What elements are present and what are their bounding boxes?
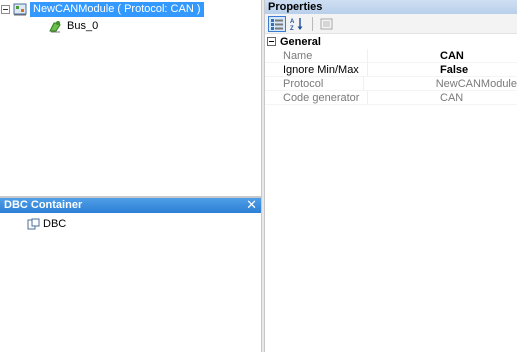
svg-text:A: A bbox=[290, 19, 295, 25]
categorized-icon[interactable] bbox=[268, 15, 286, 32]
property-grid: General Name CAN Ignore Min/Max False Pr… bbox=[265, 34, 517, 105]
property-name: Code generator bbox=[265, 91, 368, 105]
can-module-icon bbox=[13, 3, 27, 16]
properties-title: Properties bbox=[265, 0, 517, 14]
tree-root-item[interactable]: NewCANModule ( Protocol: CAN ) bbox=[1, 1, 204, 17]
property-row-code-generator[interactable]: Code generator CAN bbox=[265, 91, 517, 105]
tree-child-label[interactable]: Bus_0 bbox=[67, 20, 98, 32]
document-icon bbox=[27, 218, 40, 230]
toolbar-separator bbox=[312, 16, 313, 31]
category-general[interactable]: General bbox=[265, 34, 517, 49]
property-name: Protocol bbox=[265, 77, 364, 91]
bus-icon bbox=[48, 20, 62, 33]
dbc-container-header: DBC Container ✕ bbox=[0, 198, 261, 213]
property-value: NewCANModule bbox=[363, 77, 517, 91]
left-pane: NewCANModule ( Protocol: CAN ) Bus_0 DBC… bbox=[0, 0, 261, 352]
properties-panel: Properties A Z General Name CAN Ignore M… bbox=[265, 0, 517, 352]
svg-text:Z: Z bbox=[290, 26, 294, 31]
dbc-item-label[interactable]: DBC bbox=[43, 218, 66, 230]
tree-root-label[interactable]: NewCANModule ( Protocol: CAN ) bbox=[30, 1, 204, 17]
collapse-icon[interactable] bbox=[267, 37, 276, 46]
property-value: CAN bbox=[368, 91, 517, 105]
collapse-icon[interactable] bbox=[1, 4, 10, 14]
module-tree: NewCANModule ( Protocol: CAN ) Bus_0 bbox=[0, 0, 261, 196]
dbc-container-panel: DBC Container ✕ DBC bbox=[0, 198, 261, 352]
property-row-ignore-min-max[interactable]: Ignore Min/Max False bbox=[265, 63, 517, 77]
alphabetical-sort-icon[interactable]: A Z bbox=[288, 16, 306, 32]
property-pages-icon[interactable] bbox=[317, 16, 335, 32]
dbc-item[interactable]: DBC bbox=[27, 218, 66, 230]
property-value[interactable]: CAN bbox=[368, 49, 517, 63]
property-name: Ignore Min/Max bbox=[265, 63, 368, 77]
tree-child-item[interactable]: Bus_0 bbox=[48, 18, 98, 34]
close-icon[interactable]: ✕ bbox=[246, 198, 257, 212]
property-row-protocol[interactable]: Protocol NewCANModule bbox=[265, 77, 517, 91]
properties-toolbar: A Z bbox=[265, 14, 517, 34]
dbc-container-title: DBC Container bbox=[4, 199, 83, 211]
property-value[interactable]: False bbox=[368, 63, 517, 77]
property-name: Name bbox=[265, 49, 368, 63]
category-label: General bbox=[280, 35, 321, 48]
property-row-name[interactable]: Name CAN bbox=[265, 49, 517, 63]
